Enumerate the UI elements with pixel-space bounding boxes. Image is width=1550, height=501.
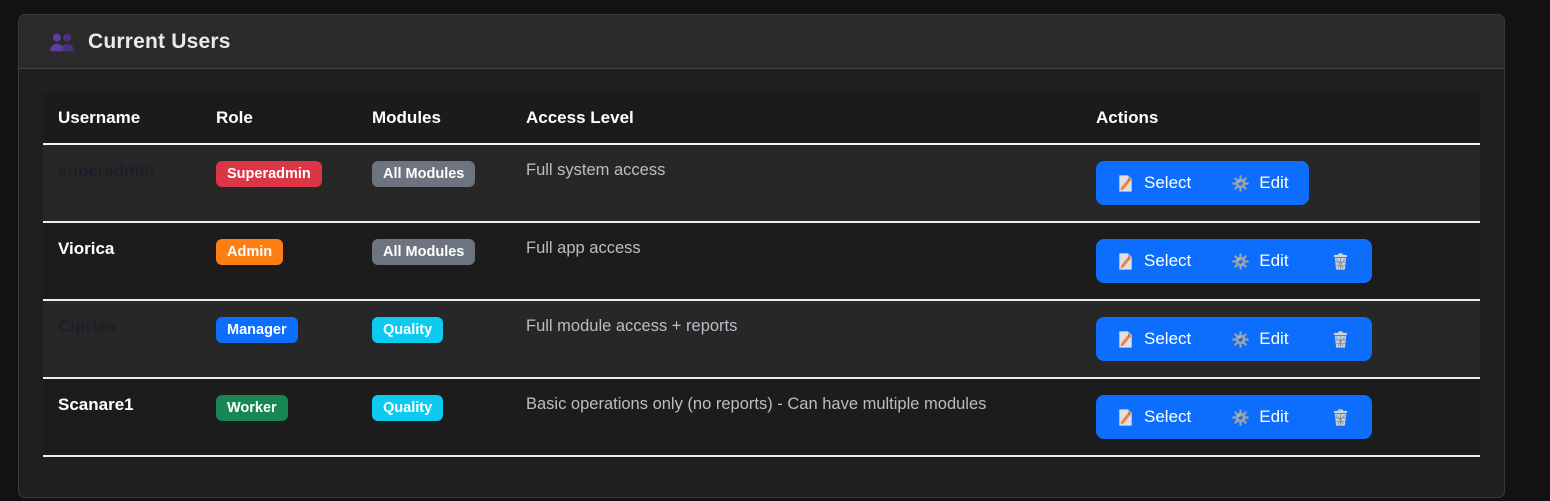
actions-group: Select (1096, 317, 1372, 361)
username-cell: Ciprian (58, 314, 117, 336)
table-row: Ciprian Manager Quality Full module acce… (43, 300, 1480, 378)
edit-button[interactable]: Edit (1211, 161, 1308, 205)
delete-button[interactable] (1309, 317, 1372, 361)
edit-button[interactable]: Edit (1211, 395, 1308, 439)
page-title: Current Users (88, 30, 231, 54)
access-level-cell: Full app access (526, 236, 641, 257)
column-header-access-level: Access Level (511, 93, 1081, 144)
select-button[interactable]: Select (1096, 161, 1211, 205)
role-badge: Superadmin (216, 161, 322, 187)
trash-icon (1331, 330, 1350, 349)
role-badge: Admin (216, 239, 283, 265)
select-button[interactable]: Select (1096, 239, 1211, 283)
access-level-cell: Basic operations only (no reports) - Can… (526, 392, 986, 413)
table-row: Scanare1 Worker Quality Basic operations… (43, 378, 1480, 456)
select-button-label: Select (1144, 329, 1191, 349)
memo-icon (1116, 252, 1135, 271)
table-row: Viorica Admin All Modules Full app acces… (43, 222, 1480, 300)
card-header: Current Users (19, 15, 1504, 69)
edit-button[interactable]: Edit (1211, 239, 1308, 283)
module-badge: All Modules (372, 239, 475, 265)
column-header-username: Username (43, 93, 201, 144)
module-badge: All Modules (372, 161, 475, 187)
module-badge: Quality (372, 395, 443, 421)
trash-icon (1331, 408, 1350, 427)
column-header-modules: Modules (357, 93, 511, 144)
gear-icon (1231, 408, 1250, 427)
table-row: superadmin Superadmin All Modules Full s… (43, 144, 1480, 222)
username-cell: Viorica (58, 236, 114, 258)
actions-group: Select (1096, 161, 1309, 205)
delete-button[interactable] (1309, 395, 1372, 439)
username-cell: Scanare1 (58, 392, 134, 414)
users-table-body: superadmin Superadmin All Modules Full s… (43, 144, 1480, 456)
edit-button-label: Edit (1259, 329, 1288, 349)
card-body: Username Role Modules Access Level Actio… (19, 69, 1504, 481)
edit-button-label: Edit (1259, 251, 1288, 271)
column-header-role: Role (201, 93, 357, 144)
select-button[interactable]: Select (1096, 317, 1211, 361)
actions-group: Select (1096, 239, 1372, 283)
users-icon (49, 32, 75, 52)
module-badge: Quality (372, 317, 443, 343)
memo-icon (1116, 174, 1135, 193)
edit-button[interactable]: Edit (1211, 317, 1308, 361)
memo-icon (1116, 330, 1135, 349)
access-level-cell: Full module access + reports (526, 314, 737, 335)
role-badge: Worker (216, 395, 288, 421)
edit-button-label: Edit (1259, 407, 1288, 427)
current-users-card: Current Users Username Role Modules Acce… (18, 14, 1505, 498)
trash-icon (1331, 252, 1350, 271)
role-badge: Manager (216, 317, 298, 343)
username-cell: superadmin (58, 158, 154, 180)
access-level-cell: Full system access (526, 158, 665, 179)
select-button-label: Select (1144, 407, 1191, 427)
select-button-label: Select (1144, 173, 1191, 193)
edit-button-label: Edit (1259, 173, 1288, 193)
users-table: Username Role Modules Access Level Actio… (43, 93, 1480, 457)
delete-button[interactable] (1309, 239, 1372, 283)
memo-icon (1116, 408, 1135, 427)
table-header-row: Username Role Modules Access Level Actio… (43, 93, 1480, 144)
column-header-actions: Actions (1081, 93, 1480, 144)
gear-icon (1231, 330, 1250, 349)
gear-icon (1231, 252, 1250, 271)
select-button-label: Select (1144, 251, 1191, 271)
gear-icon (1231, 174, 1250, 193)
actions-group: Select (1096, 395, 1372, 439)
select-button[interactable]: Select (1096, 395, 1211, 439)
